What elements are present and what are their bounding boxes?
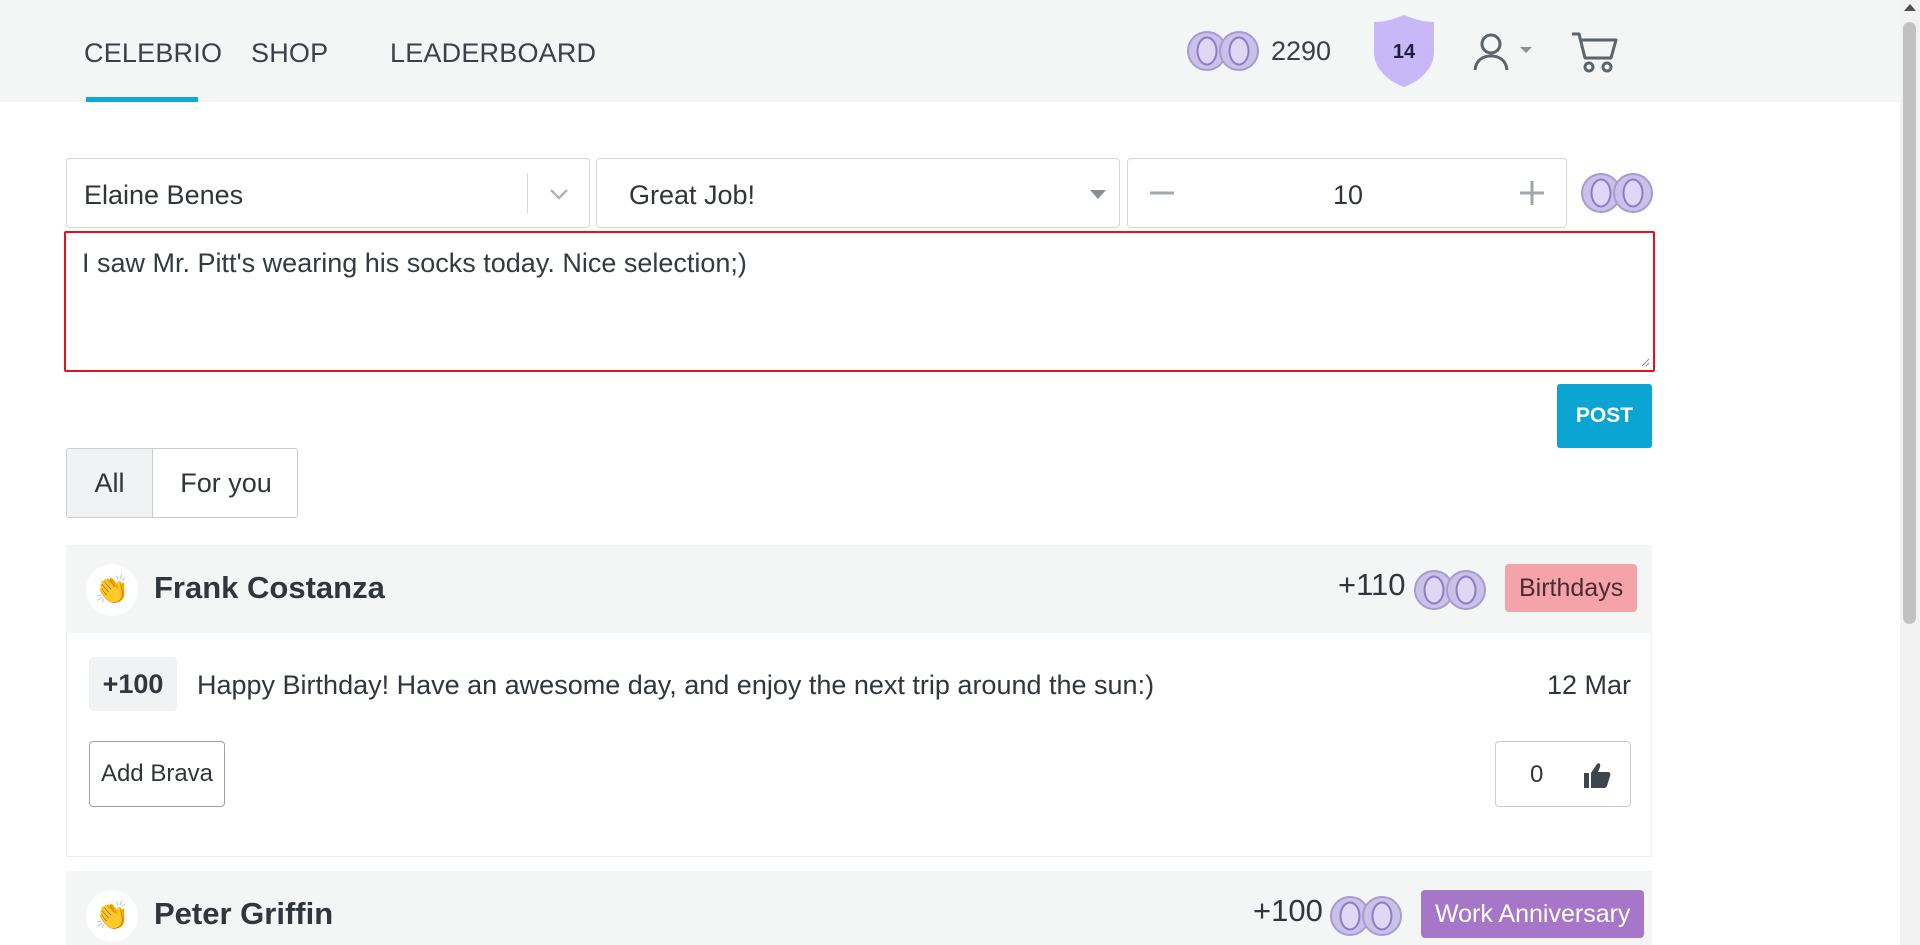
level-shield-icon[interactable]: 14: [1372, 14, 1436, 88]
active-nav-indicator: [86, 97, 198, 102]
top-navbar: CELEBRIO SHOP LEADERBOARD 2290 14: [0, 0, 1900, 102]
like-button[interactable]: 0: [1495, 741, 1631, 807]
resize-grip-icon[interactable]: [1640, 357, 1650, 367]
feed-card-body: +100 Happy Birthday! Have an awesome day…: [66, 633, 1652, 857]
message-text: I saw Mr. Pitt's wearing his socks today…: [82, 248, 747, 278]
total-points: +100: [1253, 893, 1323, 928]
total-points: +110: [1338, 567, 1406, 602]
coins-icon: [1330, 896, 1404, 936]
recipient-select[interactable]: Elaine Benes: [66, 158, 590, 228]
reason-select[interactable]: Great Job!: [596, 158, 1120, 228]
feed-card-header: 👏 Frank Costanza +110 Birthdays: [66, 545, 1652, 633]
like-count: 0: [1530, 761, 1544, 788]
nav-link-celebrio[interactable]: CELEBRIO: [84, 38, 222, 69]
reason-value: Great Job!: [629, 180, 756, 210]
coins-icon: [1581, 173, 1655, 213]
select-divider: [527, 173, 528, 213]
chevron-down-icon[interactable]: [547, 181, 571, 210]
recipient-name[interactable]: Peter Griffin: [154, 896, 333, 932]
coins-icon: [1414, 570, 1488, 610]
feed-card-header: 👏 Peter Griffin +100 Work Anniversary: [66, 871, 1652, 945]
amount-stepper: 10: [1127, 158, 1567, 228]
category-tag[interactable]: Work Anniversary: [1421, 890, 1645, 938]
feed-filter-tabs: All For you: [66, 448, 298, 518]
recipient-value: Elaine Benes: [84, 180, 244, 210]
entry-message: Happy Birthday! Have an awesome day, and…: [197, 670, 1155, 700]
nav-link-leaderboard[interactable]: LEADERBOARD: [390, 38, 596, 69]
recipient-name[interactable]: Frank Costanza: [154, 570, 385, 606]
nav-link-shop[interactable]: SHOP: [251, 38, 328, 69]
plus-icon[interactable]: [1512, 173, 1552, 213]
scroll-up-arrow-icon[interactable]: [1904, 4, 1916, 11]
user-icon[interactable]: [1472, 32, 1510, 72]
message-textarea[interactable]: I saw Mr. Pitt's wearing his socks today…: [64, 231, 1655, 372]
add-brava-button[interactable]: Add Brava: [89, 741, 225, 807]
tab-all[interactable]: All: [67, 449, 153, 517]
minus-icon[interactable]: [1142, 173, 1182, 213]
tab-for-you[interactable]: For you: [154, 449, 297, 517]
clapping-hands-icon: 👏: [86, 564, 138, 616]
amount-input[interactable]: 10: [1278, 180, 1418, 211]
thumbs-up-icon: [1584, 763, 1611, 788]
dropdown-arrow-icon[interactable]: [1090, 190, 1106, 199]
entry-points-badge: +100: [89, 657, 177, 711]
coins-icon: [1187, 31, 1261, 71]
cart-icon[interactable]: [1570, 30, 1620, 74]
entry-date: 12 Mar: [1546, 670, 1631, 700]
post-button[interactable]: POST: [1557, 384, 1652, 448]
category-tag[interactable]: Birthdays: [1505, 564, 1638, 612]
scrollbar-thumb[interactable]: [1903, 22, 1916, 624]
points-balance: 2290: [1271, 36, 1332, 66]
clapping-hands-icon: 👏: [86, 890, 138, 942]
level-number: 14: [1392, 41, 1416, 63]
caret-down-icon[interactable]: [1516, 40, 1536, 60]
